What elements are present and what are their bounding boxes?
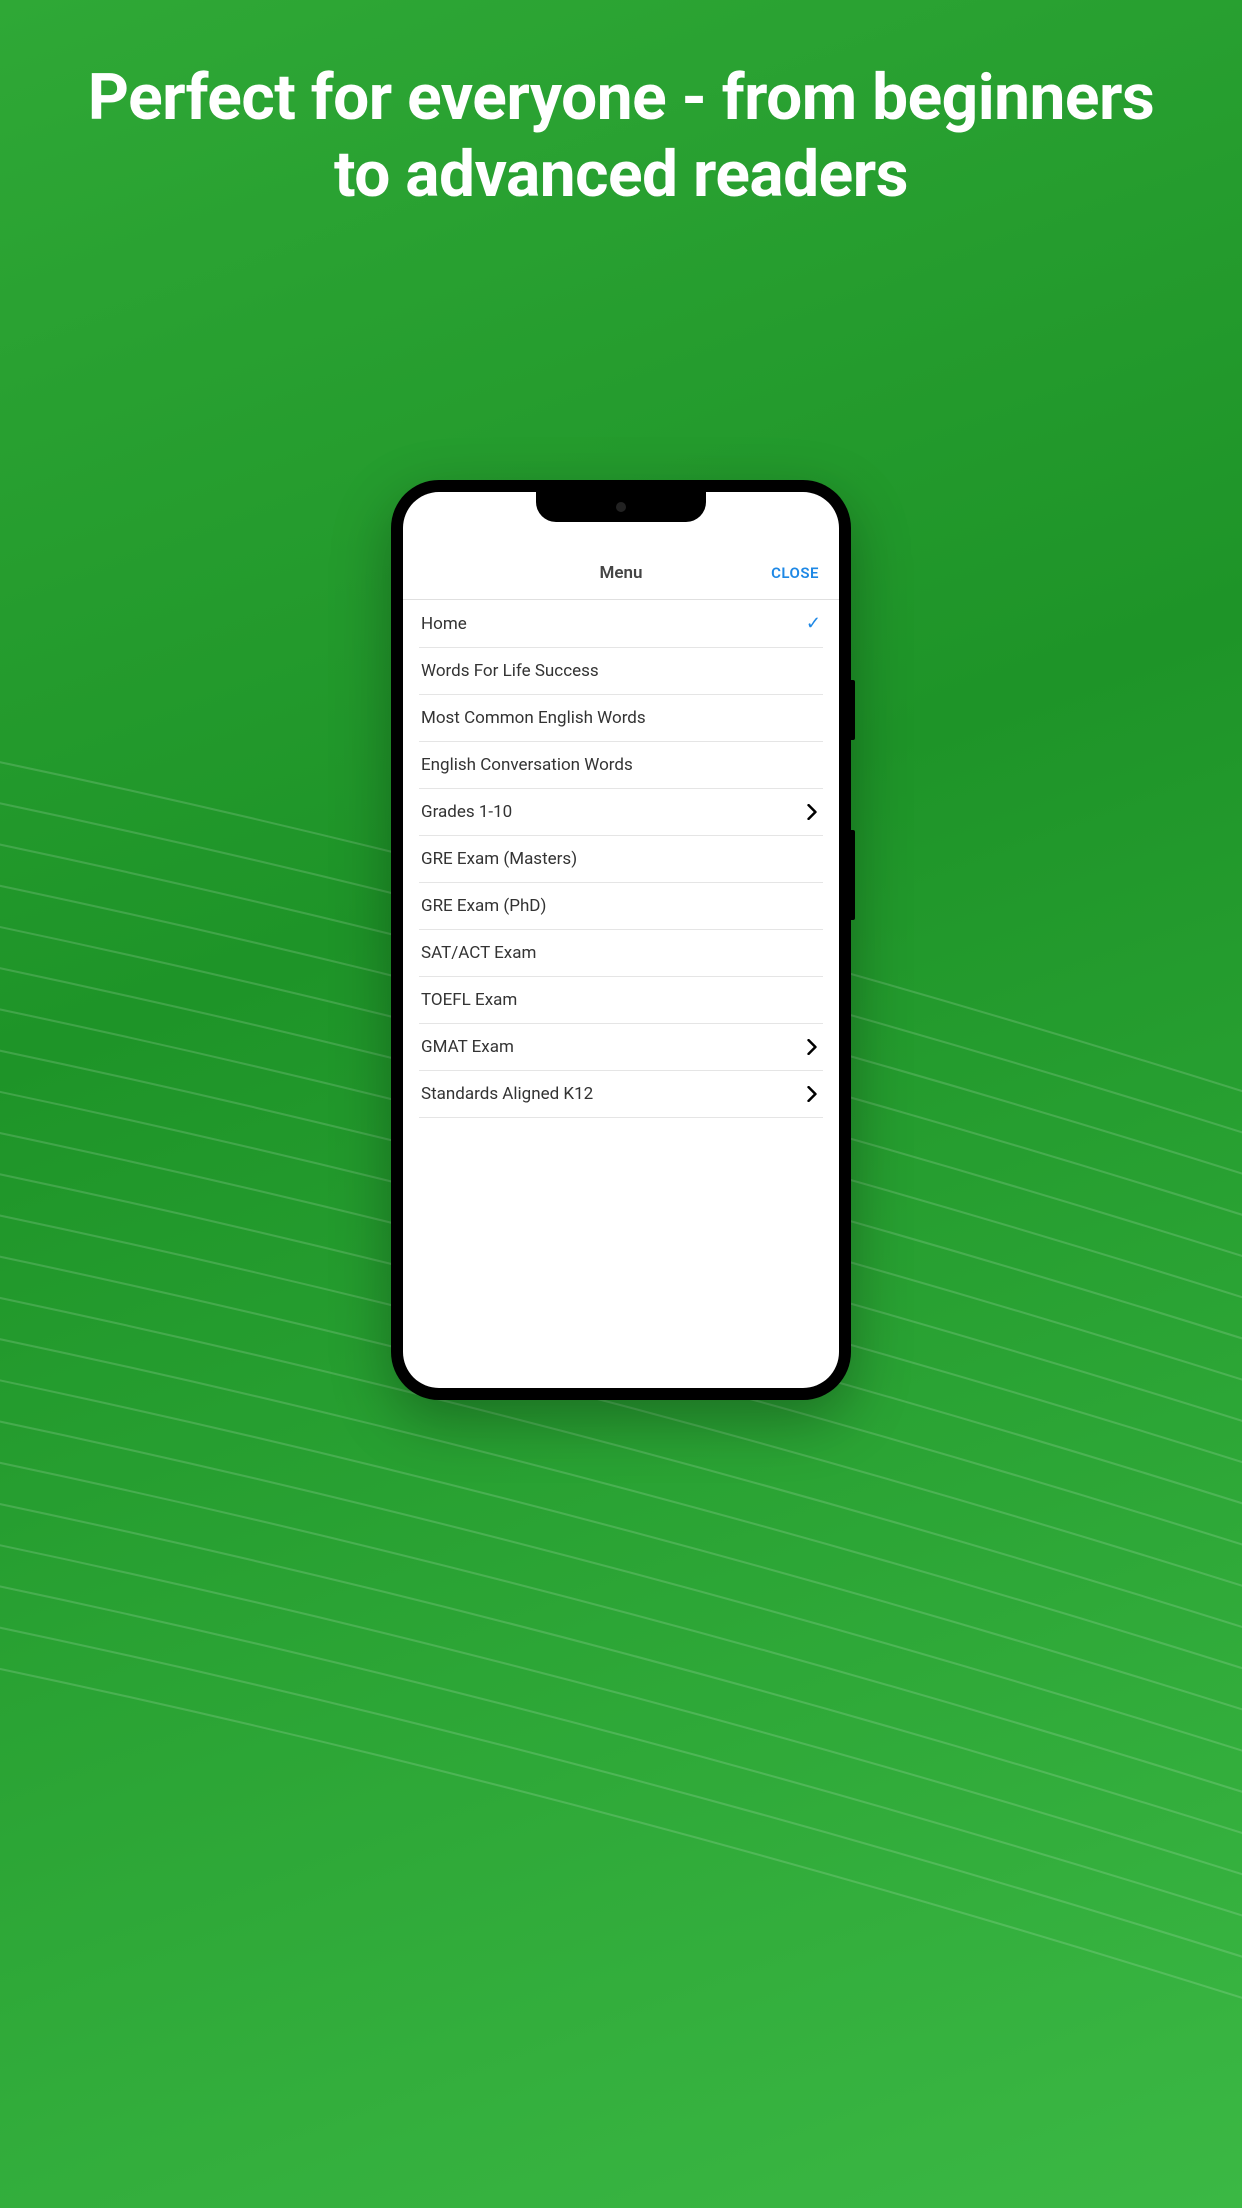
menu-item-label: Standards Aligned K12 <box>421 1084 593 1104</box>
menu-header: Menu CLOSE <box>403 547 839 600</box>
menu-title: Menu <box>599 563 642 583</box>
menu-item-label: GRE Exam (PhD) <box>421 896 546 916</box>
phone-notch <box>536 492 706 522</box>
phone-side-button <box>851 680 855 740</box>
check-icon: ✓ <box>806 613 821 634</box>
menu-item-conversation-words[interactable]: English Conversation Words <box>419 742 823 789</box>
menu-item-words-for-life[interactable]: Words For Life Success <box>419 648 823 695</box>
menu-item-label: GRE Exam (Masters) <box>421 849 577 869</box>
menu-item-standards-k12[interactable]: Standards Aligned K12 <box>419 1071 823 1118</box>
menu-item-label: Words For Life Success <box>421 661 599 681</box>
close-button[interactable]: CLOSE <box>771 564 819 582</box>
app-content: Menu CLOSE Home ✓ Words For Life Success… <box>403 492 839 1388</box>
menu-item-label: English Conversation Words <box>421 755 633 775</box>
phone-screen: Menu CLOSE Home ✓ Words For Life Success… <box>403 492 839 1388</box>
menu-item-toefl[interactable]: TOEFL Exam <box>419 977 823 1024</box>
chevron-right-icon <box>803 803 821 821</box>
menu-item-label: Home <box>421 614 467 634</box>
menu-item-label: SAT/ACT Exam <box>421 943 536 963</box>
menu-item-gre-masters[interactable]: GRE Exam (Masters) <box>419 836 823 883</box>
menu-item-label: Grades 1-10 <box>421 802 512 822</box>
menu-item-most-common[interactable]: Most Common English Words <box>419 695 823 742</box>
chevron-right-icon <box>803 1085 821 1103</box>
phone-side-button <box>851 830 855 920</box>
menu-item-grades[interactable]: Grades 1-10 <box>419 789 823 836</box>
menu-item-label: Most Common English Words <box>421 708 646 728</box>
menu-item-gre-phd[interactable]: GRE Exam (PhD) <box>419 883 823 930</box>
menu-item-label: TOEFL Exam <box>421 990 517 1010</box>
menu-item-sat-act[interactable]: SAT/ACT Exam <box>419 930 823 977</box>
menu-item-label: GMAT Exam <box>421 1037 514 1057</box>
menu-item-home[interactable]: Home ✓ <box>419 600 823 648</box>
phone-frame: Menu CLOSE Home ✓ Words For Life Success… <box>391 480 851 1400</box>
menu-list: Home ✓ Words For Life Success Most Commo… <box>403 600 839 1118</box>
headline: Perfect for everyone - from beginners to… <box>0 0 1242 214</box>
menu-item-gmat[interactable]: GMAT Exam <box>419 1024 823 1071</box>
chevron-right-icon <box>803 1038 821 1056</box>
